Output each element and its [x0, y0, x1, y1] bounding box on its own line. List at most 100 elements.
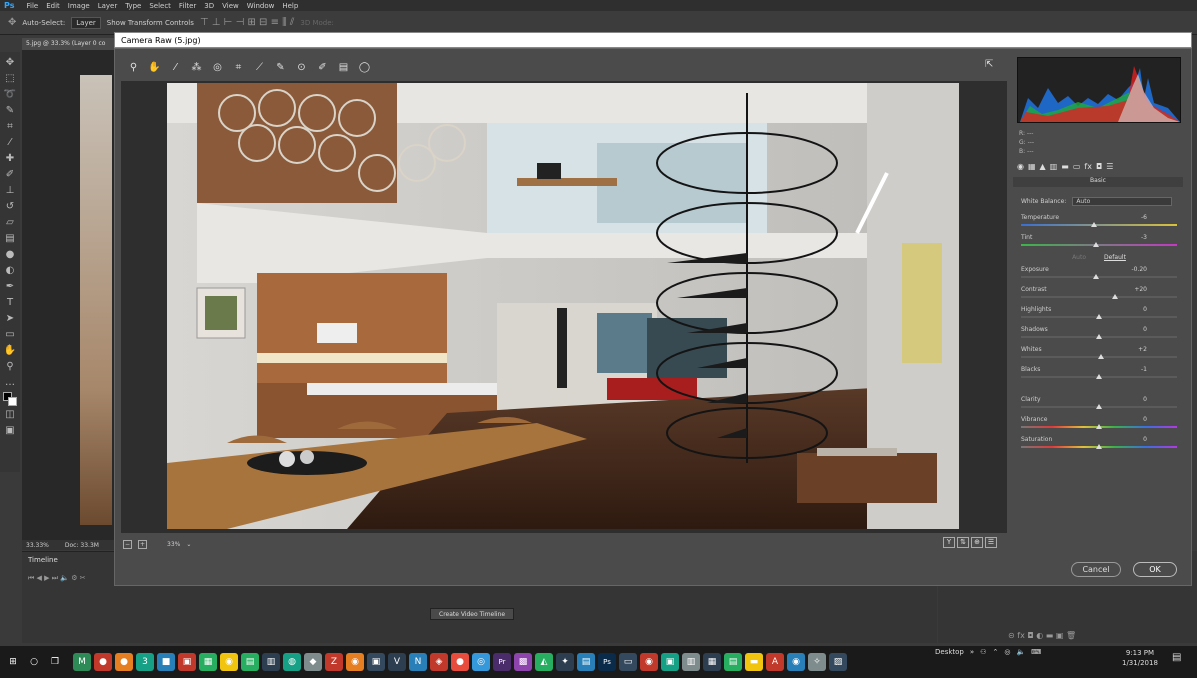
app-icon-27[interactable]: ▦ [703, 653, 721, 671]
before-after-y-icon[interactable]: Y [943, 537, 955, 548]
app-icon-6[interactable]: ▣ [178, 653, 196, 671]
slider-value[interactable]: 0 [1143, 436, 1147, 443]
slider-shadows[interactable]: Shadows 0 [1021, 326, 1177, 346]
color-sampler-icon[interactable]: ⁂ [190, 61, 203, 74]
color-swatches-icon[interactable] [3, 392, 17, 406]
path-select-icon[interactable]: ➤ [3, 312, 17, 326]
radial-filter-icon[interactable]: ◯ [358, 61, 371, 74]
tab-hsl-icon[interactable]: ▥ [1050, 162, 1058, 174]
slider-saturation[interactable]: Saturation 0 [1021, 436, 1177, 456]
clock[interactable]: 9:13 PM 1/31/2018 [1122, 648, 1158, 668]
playback-controls-icon[interactable]: ⏮ ◀ ▶ ⏭ 🔈 ⚙ ✂ [28, 574, 86, 583]
tab-split-toning-icon[interactable]: ▬ [1061, 162, 1069, 174]
white-balance-select[interactable]: Auto [1072, 197, 1173, 206]
shape-icon[interactable]: ▭ [3, 328, 17, 342]
search-icon[interactable]: ○ [25, 653, 43, 671]
menu-file[interactable]: File [26, 2, 38, 10]
hand-icon[interactable]: ✋ [3, 344, 17, 358]
slider-thumb[interactable] [1096, 314, 1102, 319]
app-icon-8[interactable]: ▤ [241, 653, 259, 671]
history-brush-icon[interactable]: ↺ [3, 200, 17, 214]
app-icon-21[interactable]: ✦ [556, 653, 574, 671]
app-icon-2[interactable]: ● [94, 653, 112, 671]
stamp-icon[interactable]: ⊥ [3, 184, 17, 198]
app-icon-18[interactable]: ◎ [472, 653, 490, 671]
desktop-toolbar-label[interactable]: Desktop [935, 648, 964, 656]
slider-thumb[interactable] [1111, 294, 1118, 299]
menu-select[interactable]: Select [149, 2, 171, 10]
slider-value[interactable]: -6 [1141, 214, 1147, 221]
app-icon-16[interactable]: ◈ [430, 653, 448, 671]
hand-icon[interactable]: ✋ [148, 61, 161, 74]
screen-mode-icon[interactable]: ▣ [3, 424, 17, 438]
slider-thumb[interactable] [1092, 242, 1099, 247]
lasso-icon[interactable]: ➰ [3, 88, 17, 102]
menu-filter[interactable]: Filter [179, 2, 196, 10]
slider-highlights[interactable]: Highlights 0 [1021, 306, 1177, 326]
timeline-title[interactable]: Timeline [28, 556, 58, 564]
spot-removal-icon[interactable]: ✎ [274, 61, 287, 74]
start-icon[interactable]: ⊞ [4, 653, 22, 671]
app-icon-11[interactable]: ◆ [304, 653, 322, 671]
app-icon-24[interactable]: ◉ [640, 653, 658, 671]
tab-camera-calibration-icon[interactable]: ◘ [1096, 162, 1102, 174]
auto-select-label[interactable]: Auto-Select: [22, 19, 65, 27]
slider-exposure[interactable]: Exposure -0.20 [1021, 266, 1177, 286]
move-icon[interactable]: ✥ [3, 56, 17, 70]
slider-thumb[interactable] [1092, 274, 1099, 279]
graduated-filter-icon[interactable]: ▤ [337, 61, 350, 74]
crop-icon[interactable]: ⌗ [3, 120, 17, 134]
app-icon-9[interactable]: ▥ [262, 653, 280, 671]
keyboard-icon[interactable]: ⌨ [1031, 648, 1041, 656]
app-icon-32[interactable]: ▨ [829, 653, 847, 671]
create-video-timeline-button[interactable]: Create Video Timeline [430, 608, 515, 620]
zoom-in-button[interactable]: + [138, 539, 147, 549]
brush-icon[interactable]: ✐ [3, 168, 17, 182]
menu-view[interactable]: View [222, 2, 239, 10]
notification-icon[interactable]: ▤ [1172, 652, 1186, 666]
menu-window[interactable]: Window [247, 2, 275, 10]
app-icon-22[interactable]: ▤ [577, 653, 595, 671]
adjustment-brush-icon[interactable]: ✐ [316, 61, 329, 74]
slider-thumb[interactable] [1096, 334, 1102, 339]
slider-contrast[interactable]: Contrast +20 [1021, 286, 1177, 306]
slider-track[interactable] [1021, 244, 1177, 246]
crop-icon[interactable]: ⌗ [232, 61, 245, 74]
folder-icon[interactable]: ▬ [745, 653, 763, 671]
slider-value[interactable]: -0.20 [1131, 266, 1147, 273]
firefox-icon[interactable]: ◉ [346, 653, 364, 671]
menu-image[interactable]: Image [68, 2, 90, 10]
slider-value[interactable]: 0 [1143, 326, 1147, 333]
marquee-icon[interactable]: ⬚ [3, 72, 17, 86]
tab-lens-icon[interactable]: ▭ [1073, 162, 1081, 174]
gradient-icon[interactable]: ▤ [3, 232, 17, 246]
app-icon-20[interactable]: ◭ [535, 653, 553, 671]
people-icon[interactable]: ⚇ [980, 648, 986, 656]
app-icon-14[interactable]: V [388, 653, 406, 671]
slider-blacks[interactable]: Blacks -1 [1021, 366, 1177, 386]
slider-track[interactable] [1021, 224, 1177, 226]
straighten-icon[interactable]: ⟋ [253, 61, 266, 74]
pen-icon[interactable]: ✒ [3, 280, 17, 294]
task-view-icon[interactable]: ❐ [46, 653, 64, 671]
slider-value[interactable]: +20 [1134, 286, 1147, 293]
tab-detail-icon[interactable]: ▲ [1040, 162, 1046, 174]
tab-tone-curve-icon[interactable]: ▦ [1028, 162, 1036, 174]
cancel-button[interactable]: Cancel [1071, 562, 1121, 577]
eraser-icon[interactable]: ▱ [3, 216, 17, 230]
swap-settings-icon[interactable]: ⇅ [957, 537, 969, 548]
app-icon-1[interactable]: M [73, 653, 91, 671]
tab-effects-icon[interactable]: fx [1084, 162, 1092, 174]
app-icon-12[interactable]: Z [325, 653, 343, 671]
slider-thumb[interactable] [1096, 404, 1102, 409]
slider-value[interactable]: -1 [1141, 366, 1147, 373]
slider-thumb[interactable] [1097, 354, 1104, 359]
slider-temperature[interactable]: Temperature -6 [1021, 214, 1177, 234]
chevron-icon[interactable]: » [970, 648, 974, 656]
premiere-icon[interactable]: Pr [493, 653, 511, 671]
transform-controls-checkbox[interactable]: Show Transform Controls [107, 19, 194, 27]
ok-button[interactable]: OK [1133, 562, 1177, 577]
slider-track[interactable] [1021, 296, 1177, 298]
slider-value[interactable]: 0 [1143, 396, 1147, 403]
chrome-icon[interactable]: ◉ [220, 653, 238, 671]
